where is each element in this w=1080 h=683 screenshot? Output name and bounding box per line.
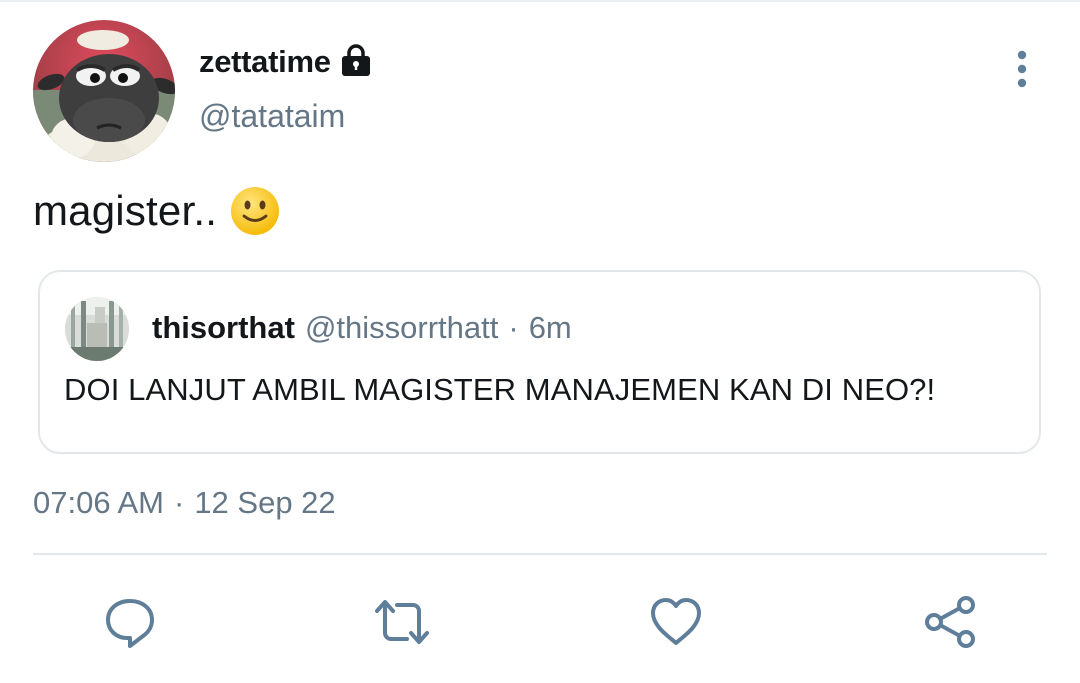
like-button[interactable]	[648, 594, 704, 650]
timestamp-separator: ·	[173, 485, 185, 520]
reply-icon	[103, 595, 157, 649]
share-icon	[922, 594, 978, 650]
lock-icon	[339, 43, 373, 77]
heart-icon	[648, 596, 704, 648]
quoted-separator: ·	[508, 310, 519, 345]
retweet-button[interactable]	[374, 594, 430, 650]
tweet-body: magister..	[33, 183, 281, 239]
actions-divider	[33, 553, 1047, 555]
retweet-icon	[371, 595, 433, 649]
tweet-time: 07:06 AM	[33, 485, 164, 520]
more-vertical-icon[interactable]	[1006, 46, 1038, 92]
top-border	[0, 0, 1080, 2]
quoted-relative-time: 6m	[528, 310, 572, 345]
slightly-smiling-face-icon	[229, 185, 281, 237]
share-button[interactable]	[922, 594, 978, 650]
quoted-tweet-header: thisorthat @thissorrthatt · 6m	[152, 308, 572, 348]
author-name-row: zettatime	[199, 40, 373, 84]
quoted-avatar-image	[65, 297, 129, 361]
tweet-date: 12 Sep 22	[194, 485, 336, 520]
author-display-name[interactable]: zettatime	[199, 44, 331, 80]
author-avatar[interactable]	[33, 20, 175, 162]
tweet-timestamp: 07:06 AM · 12 Sep 22	[33, 482, 336, 524]
quoted-author-avatar[interactable]	[65, 297, 129, 361]
quoted-author-name[interactable]: thisorthat	[152, 310, 295, 346]
sheep-avatar-image	[33, 20, 175, 162]
author-handle[interactable]: @tatataim	[199, 98, 345, 135]
quoted-author-handle[interactable]: @thissorrthatt	[305, 310, 498, 346]
quoted-tweet-card[interactable]: thisorthat @thissorrthatt · 6m DOI LANJU…	[38, 270, 1041, 454]
tweet-text: magister..	[33, 187, 218, 234]
quoted-tweet-text: DOI LANJUT AMBIL MAGISTER MANAJEMEN KAN …	[64, 372, 936, 407]
reply-button[interactable]	[102, 594, 158, 650]
